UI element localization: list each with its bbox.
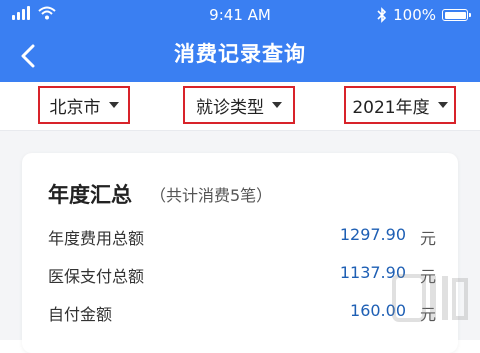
summary-title: 年度汇总	[48, 183, 132, 207]
battery-percent: 100%	[393, 6, 436, 24]
row-label: 医保支付总额	[48, 267, 145, 286]
summary-row-self-pay: 自付金额 160.00 元	[48, 301, 436, 325]
filter-bar: 北京市 就诊类型 2021年度	[0, 82, 480, 131]
city-filter-label: 北京市	[49, 97, 101, 118]
visit-type-filter-label: 就诊类型	[196, 97, 264, 118]
city-filter[interactable]: 北京市	[38, 86, 130, 124]
caret-down-icon	[272, 102, 282, 108]
summary-row-total: 年度费用总额 1297.90 元	[48, 225, 436, 249]
row-label: 年度费用总额	[48, 229, 145, 248]
watermark-logo	[392, 274, 468, 322]
year-filter-label: 2021年度	[352, 97, 430, 118]
caret-down-icon	[108, 102, 119, 108]
visit-type-filter[interactable]: 就诊类型	[183, 86, 295, 124]
page-title: 消费记录查询	[174, 42, 306, 66]
battery-icon	[442, 9, 471, 21]
year-filter[interactable]: 2021年度	[344, 86, 456, 124]
status-bar: 9:41 AM 100%	[0, 0, 480, 30]
row-value: 1297.90	[339, 225, 406, 244]
caret-down-icon	[437, 102, 448, 108]
summary-row-insurance: 医保支付总额 1137.90 元	[48, 263, 436, 287]
row-unit: 元	[419, 229, 436, 248]
row-label: 自付金额	[48, 305, 113, 324]
app-header: 9:41 AM 100% 消费记录查询	[0, 0, 480, 82]
bluetooth-icon	[377, 7, 387, 23]
summary-count: （共计消费5笔）	[150, 186, 273, 205]
